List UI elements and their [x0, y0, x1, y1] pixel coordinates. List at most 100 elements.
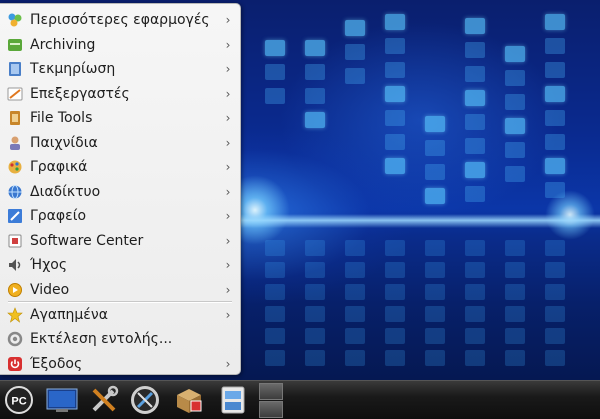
wallpaper-tile-reflection: [345, 284, 365, 300]
wallpaper-tile: [505, 166, 525, 182]
file-manager-button[interactable]: [216, 384, 250, 416]
wallpaper-tile-reflection: [265, 328, 285, 344]
wallpaper-tile-reflection: [545, 306, 565, 322]
wallpaper-tile: [505, 118, 525, 134]
menu-item-games[interactable]: Παιχνίδια ›: [0, 131, 240, 155]
menu-item-run-command[interactable]: Εκτέλεση εντολής...: [0, 327, 240, 351]
menu-item-favorites[interactable]: Αγαπημένα ›: [0, 303, 240, 327]
menu-item-documentation[interactable]: Τεκμηρίωση ›: [0, 57, 240, 81]
wallpaper-tile: [425, 140, 445, 156]
menu-item-label: Περισσότερες εφαρμογές: [30, 12, 210, 28]
wallpaper-tile: [265, 40, 285, 56]
wallpaper-tile-reflection: [425, 240, 445, 256]
wallpaper-tile-reflection: [545, 350, 565, 366]
menu-item-software-center[interactable]: Software Center ›: [0, 229, 240, 253]
wallpaper-tile-reflection: [505, 262, 525, 278]
wallpaper-tile-reflection: [545, 328, 565, 344]
menu-item-label: Αγαπημένα: [30, 307, 108, 323]
menu-item-label: Video: [30, 282, 70, 298]
menu-item-label: Software Center: [30, 233, 144, 249]
wallpaper-tile-reflection: [345, 350, 365, 366]
wallpaper-tile-reflection: [425, 350, 445, 366]
wallpaper-tile: [545, 62, 565, 78]
pager-desktop-1[interactable]: [259, 383, 283, 400]
submenu-arrow-icon: ›: [225, 258, 231, 272]
wallpaper-tile-reflection: [345, 328, 365, 344]
menu-item-label: Τεκμηρίωση: [30, 61, 116, 77]
menu-item-logout[interactable]: Έξοδος ›: [0, 352, 240, 376]
menu-item-internet[interactable]: Διαδίκτυο ›: [0, 180, 240, 204]
wallpaper-tile: [505, 94, 525, 110]
system-settings-icon: [92, 385, 119, 412]
submenu-arrow-icon: ›: [225, 209, 231, 223]
menu-item-editors[interactable]: Επεξεργαστές ›: [0, 82, 240, 106]
menu-item-graphics[interactable]: Γραφικά ›: [0, 155, 240, 179]
start-menu-button[interactable]: PC: [2, 384, 36, 416]
start-menu-icon: PC: [5, 386, 33, 414]
wallpaper-tile-reflection: [265, 262, 285, 278]
wallpaper-tile: [465, 90, 485, 106]
wallpaper-tile: [505, 46, 525, 62]
wallpaper-tile-reflection: [465, 328, 485, 344]
documentation-icon: [7, 61, 23, 77]
wallpaper-tile: [385, 38, 405, 54]
wallpaper-tile: [505, 142, 525, 158]
submenu-arrow-icon: ›: [225, 136, 231, 150]
favorites-icon: [7, 307, 23, 323]
menu-item-sound[interactable]: Ήχος ›: [0, 253, 240, 277]
menu-item-file-tools[interactable]: File Tools ›: [0, 106, 240, 130]
wallpaper-tile: [545, 134, 565, 150]
wallpaper-tile-reflection: [425, 306, 445, 322]
run-command-icon: [7, 331, 23, 347]
submenu-arrow-icon: ›: [225, 62, 231, 76]
graphics-icon: [7, 159, 23, 175]
wallpaper-tile-reflection: [465, 306, 485, 322]
wallpaper-tile-reflection: [385, 262, 405, 278]
submenu-arrow-icon: ›: [225, 357, 231, 371]
wallpaper-tile: [545, 38, 565, 54]
menu-item-more-apps[interactable]: Περισσότερες εφαρμογές ›: [0, 8, 240, 32]
wallpaper-tile: [385, 14, 405, 30]
wallpaper-tile-reflection: [505, 328, 525, 344]
wallpaper-tile: [345, 68, 365, 84]
wallpaper-tile: [465, 42, 485, 58]
wallpaper-tile-reflection: [265, 240, 285, 256]
internet-icon: [7, 184, 23, 200]
submenu-arrow-icon: ›: [225, 111, 231, 125]
wallpaper-tile: [465, 186, 485, 202]
wallpaper-tile: [385, 62, 405, 78]
menu-item-label: Παιχνίδια: [30, 135, 98, 151]
pager-desktop-2[interactable]: [259, 401, 283, 418]
wallpaper-tile-reflection: [425, 284, 445, 300]
system-settings-button[interactable]: [87, 384, 121, 416]
logout-icon: [7, 356, 23, 372]
menu-item-label: Επεξεργαστές: [30, 86, 130, 102]
virtual-desktop-pager[interactable]: [257, 383, 283, 418]
desktop-icon: [46, 388, 78, 412]
wallpaper-tile: [505, 70, 525, 86]
menu-item-label: Εκτέλεση εντολής...: [30, 331, 173, 347]
wallpaper-tile-reflection: [385, 240, 405, 256]
wallpaper-tile: [545, 86, 565, 102]
wallpaper-tile: [425, 164, 445, 180]
wallpaper-tile-reflection: [505, 284, 525, 300]
taskbar: PC: [0, 380, 600, 419]
wallpaper-tile: [425, 188, 445, 204]
wallpaper-tile: [465, 162, 485, 178]
wallpaper-tile: [545, 158, 565, 174]
wallpaper-tile-reflection: [425, 262, 445, 278]
wallpaper-tile: [385, 110, 405, 126]
preferences-button[interactable]: [128, 384, 162, 416]
menu-item-office[interactable]: Γραφείο ›: [0, 204, 240, 228]
application-menu: Περισσότερες εφαρμογές › Archiving › Τεκ…: [0, 3, 241, 375]
menu-item-video[interactable]: Video ›: [0, 278, 240, 302]
wallpaper-tile-reflection: [545, 284, 565, 300]
preferences-icon: [131, 386, 159, 414]
show-desktop-button[interactable]: [45, 384, 79, 416]
menu-item-archiving[interactable]: Archiving ›: [0, 33, 240, 57]
wallpaper-tile: [545, 182, 565, 198]
wallpaper-tile-reflection: [505, 240, 525, 256]
wallpaper-tile-reflection: [465, 262, 485, 278]
wallpaper-tile: [465, 66, 485, 82]
package-installer-button[interactable]: [172, 384, 206, 416]
